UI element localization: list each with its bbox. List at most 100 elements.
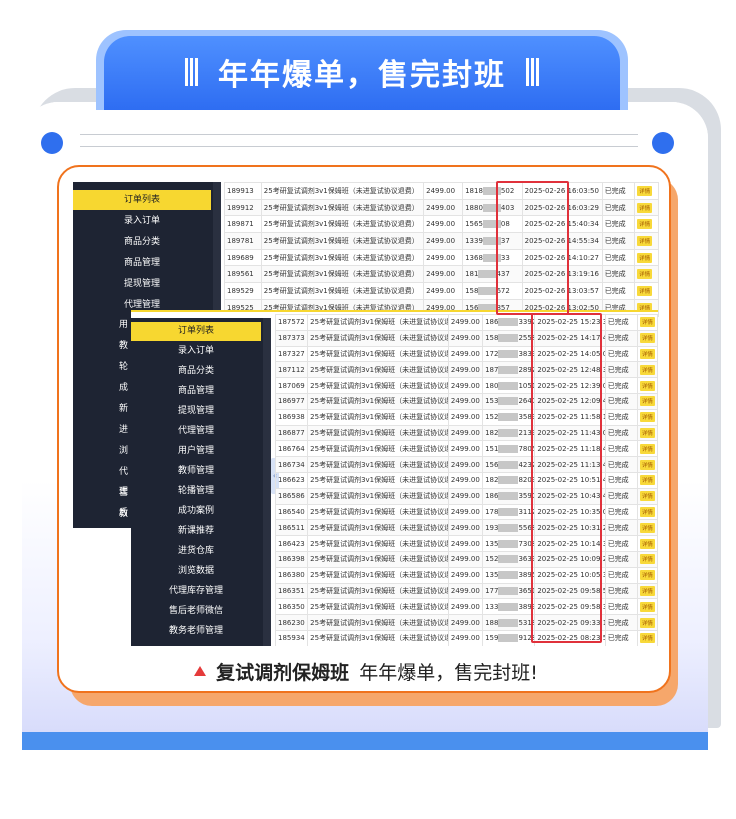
sidebar-item[interactable]: 成 (73, 378, 131, 398)
status-text: 已完成 (607, 444, 629, 453)
status-cell: 已完成 (604, 314, 638, 331)
action-cell[interactable]: 详情 (634, 265, 659, 284)
sidebar-item[interactable]: 售后 (73, 483, 131, 518)
action-cell[interactable]: 详情 (636, 377, 658, 394)
action-cell[interactable]: 详情 (636, 329, 658, 347)
details-button[interactable]: 详情 (639, 617, 655, 628)
action-cell[interactable]: 详情 (634, 198, 659, 217)
sidebar-item[interactable]: 用户管理 (131, 442, 261, 461)
sidebar-item[interactable]: 提现管理 (131, 402, 261, 421)
action-cell[interactable]: 详情 (636, 519, 658, 537)
action-cell[interactable]: 详情 (636, 598, 658, 616)
details-button[interactable]: 详情 (639, 443, 655, 454)
details-button[interactable]: 详情 (639, 396, 655, 407)
sidebar-item[interactable]: 浏 (73, 441, 131, 461)
sidebar-item[interactable]: 教师管理 (131, 462, 261, 481)
details-button[interactable]: 详情 (639, 427, 655, 438)
sidebar-item[interactable]: 教务老师管理 (131, 622, 261, 641)
sidebar-item[interactable]: 录入订单 (131, 342, 261, 361)
sidebar-item[interactable]: 成功案例 (131, 502, 261, 521)
details-button[interactable]: 详情 (639, 633, 655, 644)
details-button[interactable]: 详情 (637, 235, 653, 246)
sidebar-item[interactable]: 用 (73, 317, 131, 335)
details-button[interactable]: 详情 (639, 491, 655, 502)
details-button[interactable]: 详情 (637, 219, 653, 230)
details-button[interactable]: 详情 (639, 333, 655, 344)
scrollbar[interactable] (263, 318, 271, 646)
details-button[interactable]: 详情 (639, 585, 655, 596)
scrollbar[interactable] (213, 182, 221, 317)
sidebar-item[interactable]: 进 (73, 420, 131, 440)
sidebar-item[interactable]: 商品管理 (73, 253, 211, 273)
details-button[interactable]: 详情 (637, 285, 653, 296)
details-button[interactable]: 详情 (639, 317, 655, 328)
details-button[interactable]: 详情 (639, 364, 655, 375)
details-button[interactable]: 详情 (637, 185, 653, 196)
action-cell[interactable]: 详情 (636, 471, 658, 489)
sidebar-item[interactable]: 代理管理 (131, 422, 261, 441)
details-button[interactable]: 详情 (639, 412, 655, 423)
sidebar-item[interactable]: 教 (73, 336, 131, 356)
details-button[interactable]: 详情 (639, 506, 655, 517)
sidebar-item[interactable]: 录入订单 (73, 211, 211, 231)
product-name-text: 25考研复试调剂3v1保姆班（未进复试协议退费） (263, 253, 419, 262)
sidebar-item[interactable]: 轮 (73, 357, 131, 377)
sidebar-item[interactable]: 售后老师微信 (131, 602, 261, 621)
details-button[interactable]: 详情 (639, 554, 655, 565)
price-text: 2499.00 (450, 318, 480, 327)
action-cell[interactable]: 详情 (636, 503, 658, 521)
action-cell[interactable]: 详情 (636, 392, 658, 410)
details-button[interactable]: 详情 (637, 269, 653, 280)
action-cell[interactable]: 详情 (634, 182, 659, 200)
action-cell[interactable]: 详情 (636, 361, 658, 379)
action-cell[interactable]: 详情 (636, 408, 658, 426)
details-button[interactable]: 详情 (639, 380, 655, 391)
action-cell[interactable]: 详情 (634, 232, 659, 250)
action-cell[interactable]: 详情 (636, 345, 658, 363)
action-cell[interactable]: 详情 (636, 314, 658, 331)
details-button[interactable]: 详情 (639, 538, 655, 549)
action-cell[interactable]: 详情 (636, 614, 658, 631)
details-button[interactable]: 详情 (639, 522, 655, 533)
action-cell[interactable]: 详情 (636, 456, 658, 473)
banner: 年年爆单，售完封班 (104, 36, 620, 108)
action-cell[interactable]: 详情 (636, 629, 658, 646)
action-cell[interactable]: 详情 (636, 535, 658, 552)
order-id-text: 189529 (227, 286, 254, 295)
action-cell[interactable]: 详情 (636, 487, 658, 505)
sidebar-item[interactable]: 提现管理 (73, 274, 211, 294)
details-button[interactable]: 详情 (639, 570, 655, 581)
details-button[interactable]: 详情 (639, 601, 655, 612)
phone-cell: 186 3590 (482, 487, 536, 505)
sidebar-item[interactable]: 商品分类 (73, 232, 211, 252)
sidebar-item[interactable]: 教务 (73, 504, 131, 524)
sidebar-item[interactable]: 商品管理 (131, 382, 261, 401)
order-id-cell: 186586 (274, 487, 309, 505)
sidebar-item[interactable]: 进货仓库 (131, 542, 261, 561)
details-button[interactable]: 详情 (637, 202, 653, 213)
phone-cell: 135 3895 (482, 566, 536, 584)
sidebar-item[interactable]: 新课推荐 (131, 522, 261, 541)
sidebar-item[interactable]: 轮播管理 (131, 482, 261, 501)
details-button[interactable]: 详情 (637, 252, 653, 263)
sidebar-item[interactable]: 订单列表 (131, 322, 261, 341)
sidebar-item[interactable]: 代理 (73, 462, 131, 497)
action-cell[interactable]: 详情 (636, 440, 658, 458)
action-cell[interactable]: 详情 (634, 248, 659, 267)
sidebar-item[interactable]: 新 (73, 399, 131, 419)
action-cell[interactable]: 详情 (636, 566, 658, 584)
sidebar-item[interactable]: 订单列表 (73, 190, 211, 210)
details-button[interactable]: 详情 (639, 459, 655, 470)
action-cell[interactable]: 详情 (636, 550, 658, 568)
status-cell: 已完成 (604, 440, 638, 458)
product-name-cell: 25考研复试调剂3v1保姆班（未进复试协议退费） (307, 471, 449, 489)
details-button[interactable]: 详情 (639, 475, 655, 486)
action-cell[interactable]: 详情 (636, 582, 658, 600)
action-cell[interactable]: 详情 (634, 282, 659, 300)
action-cell[interactable]: 详情 (636, 424, 658, 442)
sidebar-item[interactable]: 商品分类 (131, 362, 261, 381)
action-cell[interactable]: 详情 (634, 215, 659, 234)
details-button[interactable]: 详情 (639, 348, 655, 359)
sidebar-item[interactable]: 浏览数据 (131, 562, 261, 581)
sidebar-item[interactable]: 代理库存管理 (131, 582, 261, 601)
